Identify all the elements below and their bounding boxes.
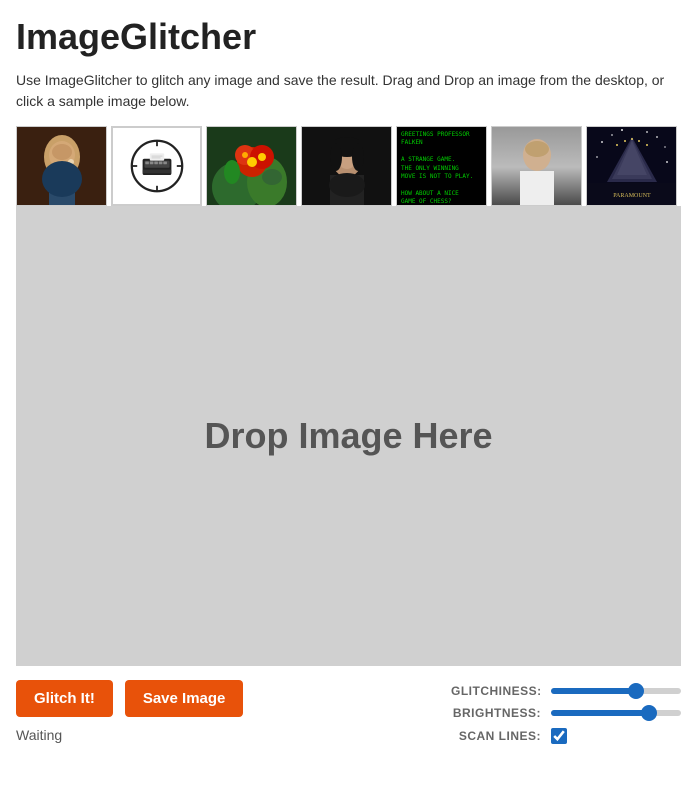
save-button[interactable]: Save Image xyxy=(125,680,244,717)
scanlines-checkbox[interactable] xyxy=(551,728,567,744)
left-controls: Glitch It! Save Image Waiting xyxy=(16,680,243,743)
brightness-fill xyxy=(551,710,649,716)
sample-thumb-3[interactable] xyxy=(206,126,297,206)
svg-text:PARAMOUNT: PARAMOUNT xyxy=(613,193,651,199)
sample-thumb-7[interactable]: PARAMOUNT xyxy=(586,126,677,206)
glitchiness-label: GLITCHINESS: xyxy=(451,684,541,698)
sample-thumb-5[interactable]: GREETINGS PROFESSOR FALKEN A STRANGE GAM… xyxy=(396,126,487,206)
buttons-row: Glitch It! Save Image xyxy=(16,680,243,717)
right-controls: GLITCHINESS: BRIGHTNESS: SCAN LINES: xyxy=(451,680,681,744)
sample-thumb-6[interactable] xyxy=(491,126,582,206)
sample-thumb-4[interactable] xyxy=(301,126,392,206)
drop-zone[interactable]: Drop Image Here xyxy=(16,206,681,666)
controls-row: Glitch It! Save Image Waiting GLITCHINES… xyxy=(16,680,681,744)
sample-images-row: GREETINGS PROFESSOR FALKEN A STRANGE GAM… xyxy=(16,126,681,206)
brightness-label: BRIGHTNESS: xyxy=(451,706,541,720)
typewriter-icon xyxy=(130,139,184,193)
brightness-thumb[interactable] xyxy=(641,705,657,721)
app-description: Use ImageGlitcher to glitch any image an… xyxy=(16,70,681,112)
scanlines-label: SCAN LINES: xyxy=(451,729,541,743)
drop-zone-text: Drop Image Here xyxy=(204,415,492,457)
app-title: ImageGlitcher xyxy=(16,16,681,58)
glitchiness-row: GLITCHINESS: xyxy=(451,684,681,698)
brightness-track[interactable] xyxy=(551,710,681,716)
brightness-row: BRIGHTNESS: xyxy=(451,706,681,720)
glitchiness-track[interactable] xyxy=(551,688,681,694)
status-text: Waiting xyxy=(16,727,243,743)
glitchiness-thumb[interactable] xyxy=(628,683,644,699)
sample-thumb-2[interactable] xyxy=(111,126,202,206)
glitchiness-fill xyxy=(551,688,636,694)
glitch-button[interactable]: Glitch It! xyxy=(16,680,113,717)
scanlines-row: SCAN LINES: xyxy=(451,728,681,744)
sample-thumb-1[interactable] xyxy=(16,126,107,206)
